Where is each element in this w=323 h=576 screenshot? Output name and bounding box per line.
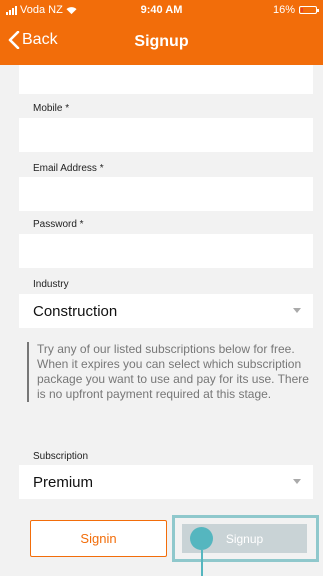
subscription-label: Subscription xyxy=(33,451,89,462)
mobile-field[interactable] xyxy=(19,118,313,152)
dropdown-arrow-icon xyxy=(293,308,301,313)
status-bar: Voda NZ 9:40 AM 16% xyxy=(0,0,323,20)
subscription-note: Try any of our listed subscriptions belo… xyxy=(27,342,311,402)
industry-select[interactable]: Construction xyxy=(19,294,313,328)
battery-percent: 16% xyxy=(272,4,295,16)
subscription-value: Premium xyxy=(33,473,94,491)
touch-indicator-line xyxy=(201,550,203,576)
page-title: Signup xyxy=(134,33,189,50)
nav-bar: Back Signup xyxy=(0,20,323,65)
signin-button[interactable]: Signin xyxy=(30,520,167,557)
industry-label: Industry xyxy=(33,279,69,290)
email-field[interactable] xyxy=(19,177,313,211)
battery-group: 16% xyxy=(272,4,319,16)
password-label: Password * xyxy=(33,219,84,230)
battery-icon xyxy=(299,6,319,14)
mobile-label: Mobile * xyxy=(33,103,70,114)
dropdown-arrow-icon xyxy=(293,479,301,484)
industry-value: Construction xyxy=(33,302,118,320)
previous-field[interactable] xyxy=(19,65,313,94)
email-label: Email Address * xyxy=(33,163,104,174)
touch-indicator xyxy=(190,527,213,550)
password-field[interactable] xyxy=(19,234,313,268)
subscription-select[interactable]: Premium xyxy=(19,465,313,499)
